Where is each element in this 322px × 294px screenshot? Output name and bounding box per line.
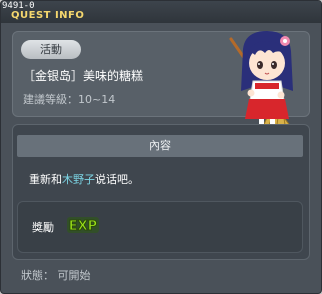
reward-panel [17, 201, 303, 253]
quest-description: 重新和木野子说话吧。 [29, 171, 139, 187]
quest-info-window: 9491-0 QUEST INFO 活動 ［金银岛］美味的糖糕 建議等級：10~… [0, 0, 322, 294]
npc-name-link[interactable]: 木野子 [62, 173, 95, 186]
description-prefix: 重新和 [29, 173, 62, 186]
quest-name: ［金银岛］美味的糖糕 [23, 69, 144, 83]
recommended-level: 建議等級：10~14 [23, 93, 116, 106]
title-bar[interactable]: 9491-0 QUEST INFO [1, 1, 321, 23]
quest-status: 狀態： 可開始 [21, 269, 91, 282]
description-suffix: 说话吧。 [95, 173, 139, 186]
npc-character-portrait [229, 31, 293, 127]
window-title: QUEST INFO [11, 10, 85, 21]
exp-icon-text: EXP [69, 219, 97, 234]
exp-icon[interactable]: EXP [66, 215, 100, 235]
reward-label: 獎勵 [32, 221, 54, 234]
category-tag: 活動 [21, 40, 81, 59]
content-header: 內容 [17, 135, 303, 157]
